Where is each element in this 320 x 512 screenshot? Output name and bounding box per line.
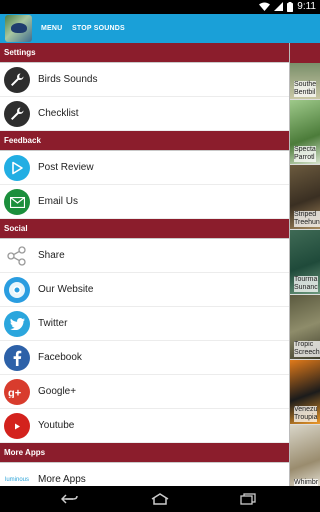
system-nav-bar [0,486,320,512]
wrench-icon [4,101,30,127]
section-header-settings: Settings [0,43,289,63]
drawer-item-label: Facebook [38,352,82,363]
app-logo-icon[interactable] [5,15,32,42]
list-item[interactable]: Venezu Troupia [290,360,320,425]
drawer-item-email-us[interactable]: Email Us [0,185,289,219]
back-button[interactable] [60,491,80,507]
drawer-item-post-review[interactable]: Post Review [0,151,289,185]
twitter-icon [4,311,30,337]
drawer-item-more-apps[interactable]: luminous More Apps [0,463,289,486]
navigation-drawer: Settings Birds Sounds Checklist Feedback… [0,43,289,486]
back-icon [61,494,78,504]
bird-thumbnail [290,425,320,486]
background-list-header [290,43,320,63]
drawer-item-label: Google+ [38,386,77,397]
section-header-feedback: Feedback [0,131,289,151]
list-item[interactable]: Whimbr [290,425,320,486]
svg-text:g+: g+ [8,388,21,399]
list-item-label: Whimbr [294,479,319,486]
facebook-icon [4,345,30,371]
status-bar: 9:11 [0,0,320,14]
home-icon [151,493,169,505]
drawer-item-label: Youtube [38,420,75,431]
recent-apps-button[interactable] [238,491,258,507]
drawer-item-twitter[interactable]: Twitter [0,307,289,341]
list-item[interactable]: Tropic Screech [290,295,320,360]
drawer-item-share[interactable]: Share [0,239,289,273]
recent-apps-icon [240,493,256,505]
list-item-label: Striped Treehun [294,211,320,227]
list-item-label: Tropic Screech [294,341,320,357]
section-header-more-apps: More Apps [0,443,289,463]
drawer-item-label: Birds Sounds [38,74,98,85]
menu-button[interactable]: MENU [41,14,62,43]
list-item-label: Venezu Troupia [294,406,318,422]
background-species-list: Southe Bentbil Specta Parrotl Striped Treeh… [289,43,320,486]
drawer-item-label: Checklist [38,108,79,119]
list-item[interactable]: Striped Treehun [290,165,320,230]
drawer-item-google-plus[interactable]: g+ Google+ [0,375,289,409]
home-button[interactable] [150,491,170,507]
wrench-icon [4,67,30,93]
drawer-item-label: Our Website [38,284,94,295]
drawer-item-label: Twitter [38,318,68,329]
drawer-item-youtube[interactable]: Youtube [0,409,289,443]
drawer-item-our-website[interactable]: Our Website [0,273,289,307]
luminous-logo-text: luminous [4,477,29,483]
drawer-item-label: Email Us [38,196,79,207]
luminous-logo-icon: luminous [4,467,30,486]
battery-icon [287,1,294,12]
stop-sounds-button[interactable]: STOP SOUNDS [72,14,125,43]
browser-icon [4,277,30,303]
list-item[interactable]: Tourma Sunanc [290,230,320,295]
drawer-item-birds-sounds[interactable]: Birds Sounds [0,63,289,97]
list-item[interactable]: Southe Bentbil [290,63,320,100]
list-item-label: Southe Bentbil [294,81,317,97]
drawer-item-checklist[interactable]: Checklist [0,97,289,131]
status-time: 9:11 [297,1,316,12]
google-plus-icon: g+ [4,379,30,405]
share-icon [4,243,30,269]
list-item[interactable]: Specta Parrotl [290,100,320,165]
action-bar: MENU STOP SOUNDS [0,14,320,43]
wifi-icon [259,2,271,11]
envelope-icon [4,189,30,215]
drawer-item-facebook[interactable]: Facebook [0,341,289,375]
drawer-item-label: Share [38,250,65,261]
cell-signal-icon [274,2,284,11]
drawer-item-label: Post Review [38,162,94,173]
list-item-label: Tourma Sunanc [294,276,318,292]
section-header-social: Social [0,219,289,239]
list-item-label: Specta Parrotl [294,146,316,162]
play-store-icon [4,155,30,181]
drawer-item-label: More Apps [38,474,86,485]
youtube-icon [4,413,30,439]
